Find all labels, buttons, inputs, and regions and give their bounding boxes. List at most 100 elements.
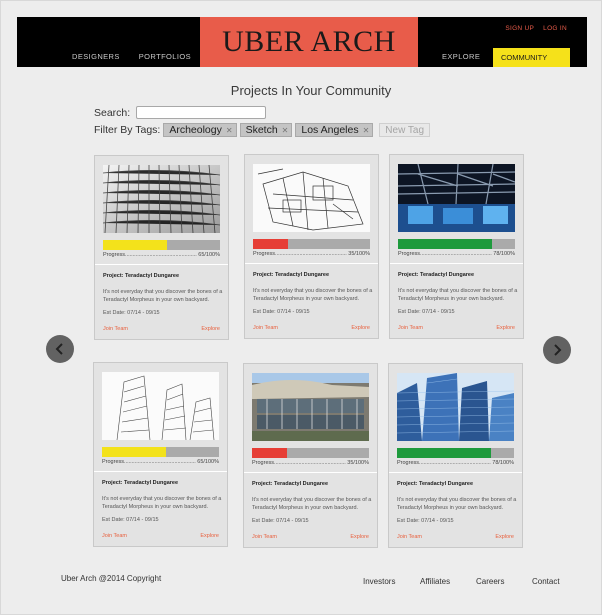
progress-bar — [103, 240, 220, 250]
primary-nav: DESIGNERS PORTFOLIOS — [72, 52, 191, 61]
project-card[interactable]: Progress................................… — [93, 362, 228, 547]
project-image-curved-building — [252, 373, 369, 441]
explore-link[interactable]: Explore — [495, 534, 514, 540]
progress-text: Progress................................… — [103, 252, 220, 258]
new-tag-input[interactable]: New Tag — [379, 123, 431, 137]
search-label: Search: — [94, 106, 131, 119]
explore-link[interactable]: Explore — [200, 533, 219, 539]
chevron-left-icon — [55, 343, 63, 355]
divider — [94, 471, 227, 472]
progress-label: Progress — [102, 459, 125, 465]
remove-tag-icon[interactable]: ✕ — [282, 126, 289, 135]
progress-label: Progress — [253, 251, 276, 257]
progress-label: Progress — [252, 460, 275, 466]
progress-fill — [102, 447, 167, 457]
footer-copyright: Uber Arch @2014 Copyright — [61, 574, 162, 583]
project-card[interactable]: Progress................................… — [243, 363, 378, 548]
project-card[interactable]: Progress................................… — [389, 154, 524, 339]
sign-up-link[interactable]: SIGN UP — [505, 25, 534, 32]
carousel-next-button[interactable] — [543, 336, 571, 364]
tag-label: Archeology — [169, 124, 222, 136]
footer-link-careers[interactable]: Careers — [476, 577, 504, 586]
project-date: Est Date: 07/14 - 09/15 — [102, 517, 159, 523]
page-frame: DESIGNERS PORTFOLIOS UBER ARCH SIGN UP L… — [0, 0, 602, 615]
tag-label: Sketch — [245, 124, 278, 136]
progress-bar — [397, 448, 514, 458]
project-image-glass-towers — [397, 373, 514, 441]
progress-bar — [253, 239, 370, 249]
project-card[interactable]: Progress................................… — [388, 363, 523, 548]
divider — [245, 263, 378, 264]
tag-sketch[interactable]: Sketch ✕ — [239, 123, 293, 137]
progress-value: 78/100% — [491, 460, 514, 466]
progress-fill — [397, 448, 491, 458]
project-description: It's not everyday that you discover the … — [103, 289, 223, 303]
project-image-floor-plan — [253, 164, 370, 232]
join-team-link[interactable]: Join Team — [253, 325, 278, 331]
carousel-prev-button[interactable] — [46, 335, 74, 363]
progress-bar — [102, 447, 219, 457]
remove-tag-icon[interactable]: ✕ — [226, 126, 233, 135]
project-description: It's not everyday that you discover the … — [253, 288, 373, 302]
project-description: It's not everyday that you discover the … — [397, 497, 517, 511]
progress-label: Progress — [398, 251, 421, 257]
project-image-grid-ceiling — [103, 165, 220, 233]
tag-los-angeles[interactable]: Los Angeles ✕ — [295, 123, 374, 137]
project-title: Project: Teradactyl Dungaree — [397, 481, 474, 487]
filter-label: Filter By Tags: — [94, 124, 161, 136]
search-row: Search: — [94, 106, 267, 119]
explore-link[interactable]: Explore — [496, 325, 515, 331]
join-team-link[interactable]: Join Team — [103, 326, 128, 332]
progress-fill — [252, 448, 288, 458]
join-team-link[interactable]: Join Team — [397, 534, 422, 540]
progress-bar — [398, 239, 515, 249]
footer-link-contact[interactable]: Contact — [532, 577, 560, 586]
footer-link-affiliates[interactable]: Affiliates — [420, 577, 450, 586]
progress-fill — [398, 239, 492, 249]
auth-links: SIGN UP LOG IN — [505, 25, 567, 32]
project-card[interactable]: Progress................................… — [94, 155, 229, 340]
project-card[interactable]: Progress................................… — [244, 154, 379, 339]
project-description: It's not everyday that you discover the … — [102, 496, 222, 510]
filter-tags-row: Filter By Tags: Archeology ✕ Sketch ✕ Lo… — [94, 123, 431, 137]
divider — [244, 472, 377, 473]
project-title: Project: Teradactyl Dungaree — [103, 273, 180, 279]
project-description: It's not everyday that you discover the … — [252, 497, 372, 511]
progress-bar — [252, 448, 369, 458]
project-title: Project: Teradactyl Dungaree — [398, 272, 475, 278]
join-team-link[interactable]: Join Team — [398, 325, 423, 331]
footer-link-investors[interactable]: Investors — [363, 577, 395, 586]
divider — [389, 472, 522, 473]
project-description: It's not everyday that you discover the … — [398, 288, 518, 302]
logo[interactable]: UBER ARCH — [200, 17, 418, 67]
remove-tag-icon[interactable]: ✕ — [363, 126, 370, 135]
progress-label: Progress — [103, 252, 126, 258]
progress-value: 78/100% — [492, 251, 515, 257]
search-input[interactable] — [136, 106, 267, 119]
tag-label: Los Angeles — [301, 124, 359, 136]
project-date: Est Date: 07/14 - 09/15 — [398, 309, 455, 315]
progress-fill — [253, 239, 289, 249]
tag-archeology[interactable]: Archeology ✕ — [163, 123, 237, 137]
progress-value: 35/100% — [347, 251, 370, 257]
explore-link[interactable]: Explore — [351, 325, 370, 331]
project-title: Project: Teradactyl Dungaree — [252, 481, 329, 487]
progress-fill — [103, 240, 168, 250]
log-in-link[interactable]: LOG IN — [543, 25, 567, 32]
progress-value: 35/100% — [346, 460, 369, 466]
project-date: Est Date: 07/14 - 09/15 — [253, 309, 310, 315]
explore-link[interactable]: Explore — [201, 326, 220, 332]
nav-explore[interactable]: EXPLORE — [442, 52, 480, 61]
join-team-link[interactable]: Join Team — [102, 533, 127, 539]
progress-text: Progress................................… — [252, 460, 369, 466]
explore-link[interactable]: Explore — [350, 534, 369, 540]
top-nav-bar: DESIGNERS PORTFOLIOS UBER ARCH SIGN UP L… — [17, 17, 587, 67]
nav-designers[interactable]: DESIGNERS — [72, 52, 120, 61]
join-team-link[interactable]: Join Team — [252, 534, 277, 540]
divider — [390, 263, 523, 264]
project-date: Est Date: 07/14 - 09/15 — [397, 518, 454, 524]
page-title: Projects In Your Community — [230, 83, 392, 98]
nav-community-active[interactable]: COMMUNITY — [493, 48, 570, 67]
nav-portfolios[interactable]: PORTFOLIOS — [139, 52, 191, 61]
chevron-right-icon — [554, 344, 562, 356]
